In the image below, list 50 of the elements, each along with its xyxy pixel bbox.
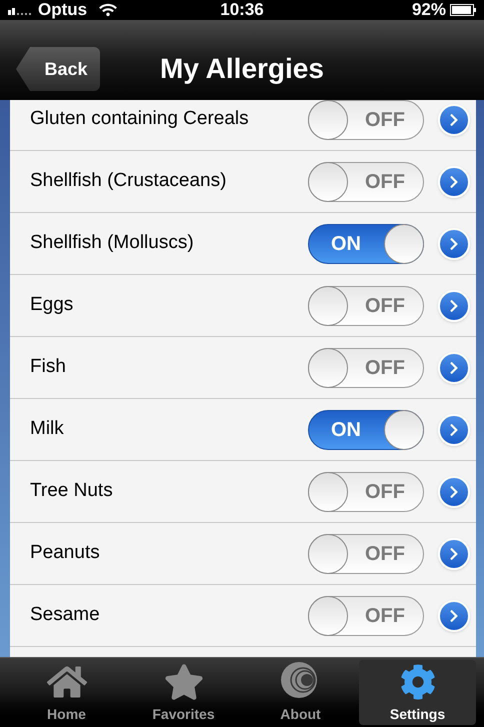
switch-knob (308, 596, 348, 636)
switch-knob (308, 162, 348, 202)
toggle-switch[interactable]: ON (308, 224, 424, 264)
screen-title: My Allergies (160, 52, 324, 86)
toggle-switch[interactable]: OFF (308, 596, 424, 636)
allergy-name: Peanuts (30, 541, 101, 566)
allergy-name: Sesame (30, 603, 101, 628)
switch-knob (308, 286, 348, 326)
disclosure-button[interactable] (438, 166, 470, 198)
tab-item[interactable]: Home (8, 660, 125, 725)
switch-knob (308, 534, 348, 574)
allergy-name: Fish (30, 355, 67, 380)
wifi-icon (99, 3, 118, 17)
switch-knob (308, 472, 348, 512)
disclosure-button[interactable] (438, 352, 470, 384)
toggle-switch[interactable]: OFF (308, 162, 424, 202)
carrier-name: Optus (38, 0, 88, 22)
disclosure-button[interactable] (438, 104, 470, 136)
toggle-switch[interactable]: OFF (308, 348, 424, 388)
toggle-switch[interactable]: OFF (308, 534, 424, 574)
toggle-switch[interactable]: OFF (308, 100, 424, 140)
allergy-name: Shellfish (Crustaceans) (30, 169, 228, 194)
toggle-switch[interactable]: ON (308, 410, 424, 450)
disclosure-button[interactable] (438, 538, 470, 570)
allergy-name: Shellfish (Molluscs) (30, 231, 195, 256)
switch-knob (384, 410, 424, 450)
home-icon (46, 664, 86, 700)
toggle-switch[interactable]: OFF (308, 286, 424, 326)
toggle-switch[interactable]: OFF (308, 472, 424, 512)
disclosure-button[interactable] (438, 600, 470, 632)
switch-knob (308, 100, 348, 140)
disclosure-button[interactable] (438, 290, 470, 322)
tab-item[interactable]: About (242, 660, 359, 725)
disclosure-button[interactable] (438, 414, 470, 446)
tab-item[interactable]: Favorites (125, 660, 242, 725)
allergy-name: Gluten containing Cereals (30, 107, 250, 132)
allergy-name: Tree Nuts (30, 479, 114, 504)
star-icon (164, 664, 204, 700)
disclosure-button[interactable] (438, 476, 470, 508)
switch-knob (308, 348, 348, 388)
switch-knob (384, 224, 424, 264)
allergy-name: Milk (30, 417, 65, 442)
disclosure-button[interactable] (438, 228, 470, 260)
battery-percent: 92% (412, 0, 446, 22)
clock-time: 10:36 (219, 0, 265, 22)
back-button[interactable]: Back (16, 47, 100, 91)
tab-item[interactable]: Settings (359, 660, 476, 725)
battery-icon (450, 4, 476, 16)
allergy-name: Eggs (30, 293, 74, 318)
signal-icon (8, 5, 34, 15)
